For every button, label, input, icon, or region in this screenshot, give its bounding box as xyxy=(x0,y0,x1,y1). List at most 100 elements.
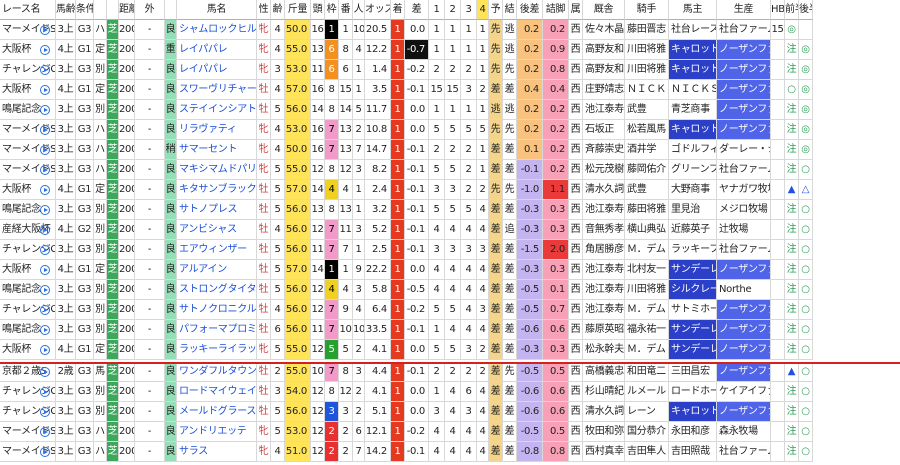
table-row[interactable]: 鳴尾記念3上G3別芝2000-良サトノプレス牡556.01381313.21-0… xyxy=(0,200,900,220)
header-age: 馬齢 xyxy=(56,0,76,20)
horse-cell[interactable]: サトノプレス xyxy=(177,200,257,220)
chaku-cell: 1 xyxy=(391,200,405,220)
horse-cell[interactable]: サトノクロニクル xyxy=(177,300,257,320)
play-icon[interactable] xyxy=(40,407,50,417)
kosa-cell: -0.5 xyxy=(517,300,543,320)
table-row[interactable]: 産経大阪杯4上G2別芝2000-良アンビシャス牡456.01271135.21-… xyxy=(0,220,900,240)
res-cell: 差 xyxy=(503,300,517,320)
tou-cell: 14 xyxy=(311,180,325,200)
play-icon[interactable] xyxy=(40,145,50,155)
table-row[interactable]: マーメイドS3上G3ハ芝2000-良シャムロックヒル牝450.016111020… xyxy=(0,20,900,40)
horse-cell[interactable]: ワンダフルタウン xyxy=(177,362,257,382)
c1-cell: 4 xyxy=(429,280,445,300)
play-icon[interactable] xyxy=(40,25,50,35)
horse-cell[interactable]: キタサンブラック xyxy=(177,180,257,200)
play-icon[interactable] xyxy=(40,45,50,55)
table-row[interactable]: チャレンジC3上G3別芝2000-良エアウィンザー牡556.0117712.51… xyxy=(0,240,900,260)
horse-cell[interactable]: レイパパレ xyxy=(177,60,257,80)
play-icon[interactable] xyxy=(40,125,50,135)
table-row[interactable]: 大阪杯4上G1定芝2000-良アルアイン牡557.01411922.210.04… xyxy=(0,260,900,280)
play-icon[interactable] xyxy=(40,285,50,295)
play-icon[interactable] xyxy=(40,265,50,275)
hb-cell xyxy=(771,160,785,180)
horse-cell[interactable]: エアウィンザー xyxy=(177,240,257,260)
play-icon[interactable] xyxy=(40,345,50,355)
play-icon[interactable] xyxy=(40,367,50,377)
sa-cell: 0.0 xyxy=(405,382,429,402)
table-row[interactable]: マーメイドS3上G3ハ芝2000-良リラヴァティ牝453.016713210.8… xyxy=(0,120,900,140)
pred-cell: 差 xyxy=(489,320,503,340)
play-icon[interactable] xyxy=(40,305,50,315)
table-row[interactable]: チャレンジC3上G3別芝2000-良ロードマイウェイ牡354.01281224.… xyxy=(0,382,900,402)
stable-cell: 池江泰寿 xyxy=(583,280,625,300)
horse-cell[interactable]: アルアイン xyxy=(177,260,257,280)
horse-cell[interactable]: レイパパレ xyxy=(177,40,257,60)
table-row[interactable]: マーメイドS3上G3ハ芝2000-良アンドリエッテ牝553.01222612.1… xyxy=(0,422,900,442)
c3-cell: 3 xyxy=(461,340,477,360)
waku-cell: 1 xyxy=(325,260,339,280)
table-row[interactable]: チャレンジC3上G3別芝2000-良レイパパレ牝353.0116611.41-0… xyxy=(0,60,900,80)
tou-cell: 12 xyxy=(311,340,325,360)
horse-cell[interactable]: サマーセント xyxy=(177,140,257,160)
hb-cell xyxy=(771,40,785,60)
table-row[interactable]: マーメイドS3上G3ハ芝2000-良サラス牝451.01222714.21-0.… xyxy=(0,442,900,462)
table-row[interactable]: マーメイドS3上G3ハ芝2000-良マキシマムドパリ牝555.01281238.… xyxy=(0,160,900,180)
grade-cell: G3 xyxy=(76,362,94,382)
play-icon[interactable] xyxy=(40,105,50,115)
horse-cell[interactable]: ラッキーライラック xyxy=(177,340,257,360)
c4-cell: 1 xyxy=(477,40,489,60)
breeder-cell: ノーザンファ xyxy=(717,100,771,120)
horse-cell[interactable]: シャムロックヒル xyxy=(177,20,257,40)
table-row[interactable]: 京都２歳S2歳G3馬芝2000-良ワンダフルタウン牡255.0107834.41… xyxy=(0,362,900,382)
tou-cell: 14 xyxy=(311,260,325,280)
horse-cell[interactable]: ステイインシアトル xyxy=(177,100,257,120)
table-row[interactable]: 大阪杯4上G1定芝2000-重レイパパレ牝455.01368412.21-0.7… xyxy=(0,40,900,60)
play-icon[interactable] xyxy=(40,205,50,215)
breeder-cell: ノーザンファ xyxy=(717,362,771,382)
sa-cell: -0.1 xyxy=(405,362,429,382)
play-icon[interactable] xyxy=(40,185,50,195)
horse-cell[interactable]: サラス xyxy=(177,442,257,462)
horse-cell[interactable]: マキシマムドパリ xyxy=(177,160,257,180)
ato-cell: ○ xyxy=(799,422,813,442)
waku-cell: 3 xyxy=(325,402,339,422)
play-icon[interactable] xyxy=(40,245,50,255)
horse-cell[interactable]: アンドリエッテ xyxy=(177,422,257,442)
play-icon[interactable] xyxy=(40,387,50,397)
horse-cell[interactable]: アンビシャス xyxy=(177,220,257,240)
play-icon[interactable] xyxy=(40,225,50,235)
table-row[interactable]: チャレンジC3上G3別芝2000-良サトノクロニクル牡456.0127946.4… xyxy=(0,300,900,320)
horse-cell[interactable]: メールドグラース xyxy=(177,402,257,422)
play-icon[interactable] xyxy=(40,165,50,175)
zoku-cell: 西 xyxy=(569,442,583,462)
horse-cell[interactable]: ストロングタイタン xyxy=(177,280,257,300)
table-row[interactable]: 鳴尾記念3上G3別芝2000-良ストロングタイタン牡556.0124435.81… xyxy=(0,280,900,300)
table-row[interactable]: マーメイドS3上G3ハ芝2000-稍サマーセント牝450.016713714.7… xyxy=(0,140,900,160)
play-icon[interactable] xyxy=(40,85,50,95)
table-row[interactable]: 鳴尾記念3上G3別芝2000-良パフォーマプロミス牡656.0117101033… xyxy=(0,320,900,340)
horse-cell[interactable]: パフォーマプロミス xyxy=(177,320,257,340)
table-row[interactable]: チャレンジC3上G3別芝2000-良メールドグラース牡556.0123325.1… xyxy=(0,402,900,422)
horse-cell[interactable]: リラヴァティ xyxy=(177,120,257,140)
c2-cell: 4 xyxy=(445,220,461,240)
play-icon[interactable] xyxy=(40,65,50,75)
header-horse[interactable]: 馬名 xyxy=(177,0,257,20)
horse-cell[interactable]: ロードマイウェイ xyxy=(177,382,257,402)
table-row[interactable]: 大阪杯4上G1定芝2000-良スワーヴリチャード牡457.01681513.51… xyxy=(0,80,900,100)
play-icon[interactable] xyxy=(40,325,50,335)
breeder-cell: ノーザンファ xyxy=(717,260,771,280)
table-row[interactable]: 大阪杯4上G1定芝2000-良ラッキーライラック牝555.0125524.110… xyxy=(0,340,900,360)
cond-cell: ハ xyxy=(94,140,107,160)
dist-cell: 2000 xyxy=(119,382,135,402)
play-icon[interactable] xyxy=(40,427,50,437)
sex-cell: 牡 xyxy=(257,200,271,220)
zoku-cell: 西 xyxy=(569,340,583,360)
table-row[interactable]: 鳴尾記念3上G3別芝2000-良ステイインシアトル牡556.014814511.… xyxy=(0,100,900,120)
table-row[interactable]: 大阪杯4上G1定芝2000-良キタサンブラック牡557.0144412.41-0… xyxy=(0,180,900,200)
play-icon[interactable] xyxy=(40,447,50,457)
ato-cell xyxy=(799,20,813,40)
pred-cell: 差 xyxy=(489,140,503,160)
tou-cell: 16 xyxy=(311,20,325,40)
horse-cell[interactable]: スワーヴリチャード xyxy=(177,80,257,100)
c4-cell: 1 xyxy=(477,60,489,80)
